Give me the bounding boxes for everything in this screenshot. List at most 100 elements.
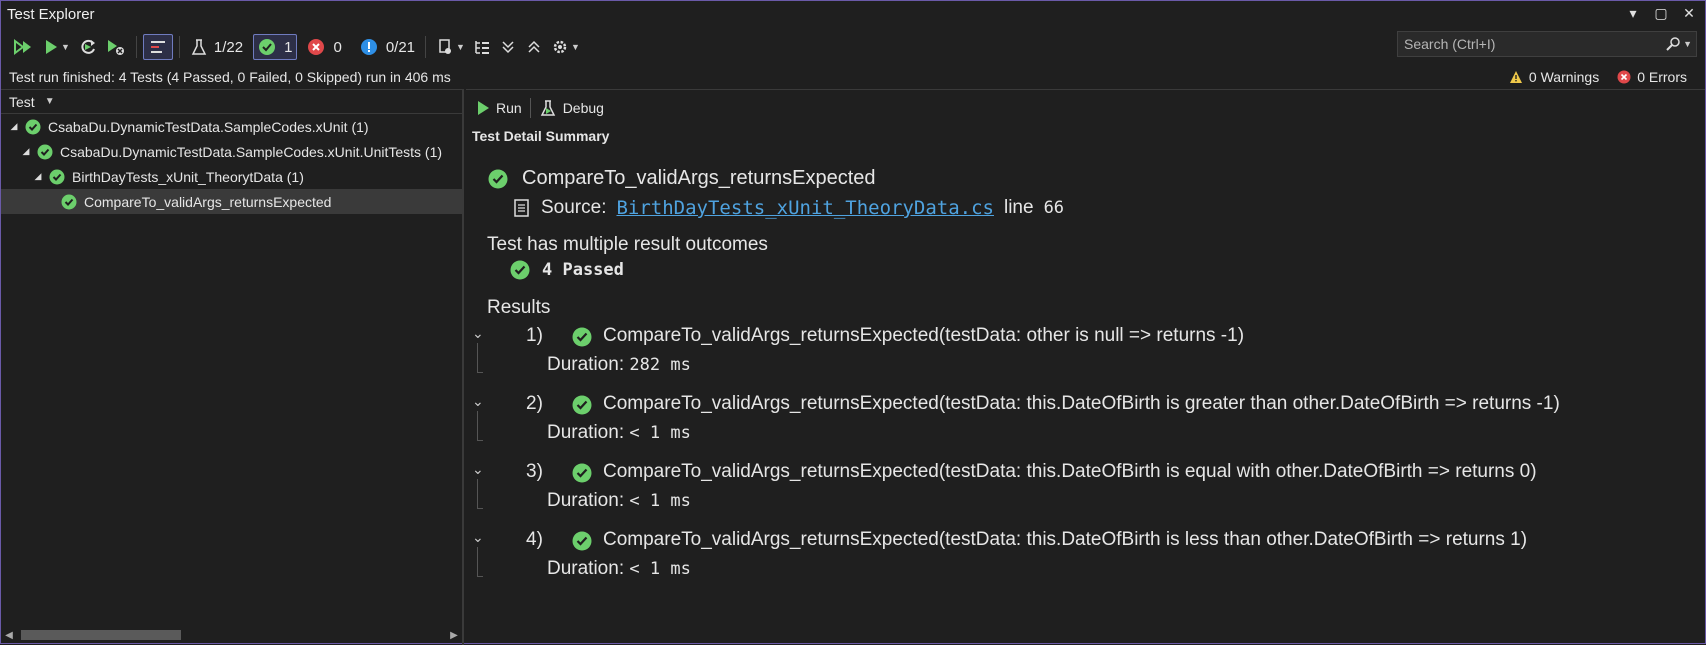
expanded-arrow-icon[interactable]: ◢ — [21, 146, 31, 157]
run-all-tests-button[interactable] — [9, 34, 39, 60]
tree-row-label: CsabaDu.DynamicTestData.SampleCodes.xUni… — [60, 143, 443, 160]
warning-icon — [1509, 71, 1522, 83]
run-button[interactable]: ▼ — [39, 34, 74, 60]
duration-label: Duration: — [547, 354, 625, 375]
chevron-down-icon[interactable]: ▼ — [1683, 39, 1692, 49]
result-name: CompareTo_validArgs_returnsExpected(test… — [603, 529, 1528, 550]
result-name: CompareTo_validArgs_returnsExpected(test… — [603, 325, 1245, 346]
run-failed-icon — [107, 40, 124, 55]
toolbar-separator — [178, 36, 180, 58]
chevron-down-icon[interactable]: ▼ — [456, 42, 465, 52]
result-item: ⌄ 3) CompareTo_validArgs_returnsExpected… — [466, 461, 1696, 523]
detail-run-button[interactable]: Run — [476, 100, 522, 116]
tree-row-test-method[interactable]: CompareTo_validArgs_returnsExpected — [1, 189, 462, 214]
chevron-down-icon[interactable]: ▼ — [571, 42, 580, 52]
duration-value: < 1 ms — [629, 491, 691, 511]
window-title: Test Explorer — [7, 6, 95, 23]
expand-all-button[interactable] — [495, 34, 521, 60]
chevron-down-icon[interactable]: ▼ — [61, 42, 70, 52]
passed-icon — [488, 169, 508, 188]
duration-label: Duration: — [547, 490, 625, 511]
show-output-toggle[interactable] — [142, 34, 173, 60]
search-input[interactable]: Search (Ctrl+I) ▼ — [1397, 31, 1697, 57]
settings-button[interactable]: ▼ — [547, 34, 584, 60]
test-name-heading: CompareTo_validArgs_returnsExpected — [488, 167, 876, 190]
test-tree-pane: Test ▼ ◢ CsabaDu.DynamicTestData.SampleC… — [1, 89, 464, 645]
passed-icon — [259, 39, 276, 55]
group-by-button[interactable] — [469, 34, 495, 60]
detail-summary-title: Test Detail Summary — [472, 128, 610, 144]
passed-filter-button[interactable]: 1 — [253, 34, 298, 60]
window-controls: ▾ ▢ ✕ — [1625, 5, 1697, 22]
tree-row-label: CsabaDu.DynamicTestData.SampleCodes.xUni… — [48, 118, 369, 135]
passed-summary: 4 Passed — [510, 260, 624, 280]
tree-row-label: CompareTo_validArgs_returnsExpected — [84, 193, 332, 210]
failed-filter-button[interactable]: 0 — [303, 34, 345, 60]
results-heading: Results — [487, 297, 551, 318]
debug-flask-icon — [540, 100, 555, 116]
chevron-down-icon[interactable]: ⌄ — [472, 325, 484, 342]
run-failed-tests-button[interactable] — [102, 34, 130, 60]
duration-label: Duration: — [547, 422, 625, 443]
status-bar: Test run finished: 4 Tests (4 Passed, 0 … — [1, 65, 1705, 89]
search-placeholder: Search (Ctrl+I) — [1404, 36, 1496, 52]
tree-guide-line — [477, 479, 483, 509]
not-run-filter-button[interactable]: 0/21 — [356, 34, 419, 60]
maximize-icon[interactable]: ▢ — [1653, 5, 1669, 22]
detail-toolbar: Run Debug — [466, 90, 1705, 126]
passed-icon — [25, 119, 41, 134]
expanded-arrow-icon[interactable]: ◢ — [33, 171, 43, 182]
scroll-left-icon[interactable]: ◀ — [1, 630, 17, 641]
toolbar-separator — [529, 98, 531, 118]
chevron-down-icon[interactable]: ▼ — [45, 96, 55, 107]
search-icon[interactable]: ▼ — [1665, 36, 1692, 52]
window-dropdown-icon[interactable]: ▾ — [1625, 5, 1641, 22]
tree-guide-line — [477, 547, 483, 577]
duration-value: 282 ms — [629, 355, 691, 375]
passed-icon — [572, 531, 592, 551]
warnings-count: 0 Warnings — [1528, 69, 1600, 85]
tests-filter-button[interactable]: 1/22 — [186, 34, 247, 60]
passed-count: 1 — [284, 38, 293, 56]
document-icon — [514, 199, 529, 217]
tree-horizontal-scrollbar[interactable]: ◀ ▶ — [1, 625, 462, 645]
repeat-icon — [81, 39, 95, 54]
warnings-indicator[interactable]: 0 Warnings — [1509, 69, 1599, 85]
result-duration: Duration: < 1 ms — [547, 422, 691, 444]
tree-column-header[interactable]: Test ▼ — [1, 90, 462, 114]
tree-row-class[interactable]: ◢ BirthDayTests_xUnit_TheorytData (1) — [1, 164, 462, 189]
tree-row-namespace[interactable]: ◢ CsabaDu.DynamicTestData.SampleCodes.xU… — [1, 139, 462, 164]
result-name: CompareTo_validArgs_returnsExpected(test… — [603, 461, 1537, 482]
tree-header-label: Test — [9, 93, 35, 110]
chevron-down-icon[interactable]: ⌄ — [472, 461, 484, 478]
scroll-right-icon[interactable]: ▶ — [446, 630, 462, 641]
collapse-all-button[interactable] — [521, 34, 547, 60]
toolbar-separator — [135, 36, 137, 58]
errors-count: 0 Errors — [1637, 69, 1687, 85]
line-label: line — [1003, 197, 1034, 218]
run-all-icon — [14, 39, 31, 55]
expanded-arrow-icon[interactable]: ◢ — [9, 121, 19, 132]
scrollbar-thumb[interactable] — [21, 630, 181, 640]
source-file-link[interactable]: BirthDayTests_xUnit_TheoryData.cs — [616, 197, 994, 219]
result-number: 1) — [526, 325, 543, 346]
play-icon — [478, 101, 489, 115]
detail-debug-button[interactable]: Debug — [539, 99, 604, 117]
tree-row-project[interactable]: ◢ CsabaDu.DynamicTestData.SampleCodes.xU… — [1, 114, 462, 139]
errors-indicator[interactable]: 0 Errors — [1617, 69, 1687, 85]
debug-label: Debug — [562, 100, 604, 116]
chevron-down-icon[interactable]: ⌄ — [472, 529, 484, 546]
repeat-last-run-button[interactable] — [74, 34, 102, 60]
playlist-button[interactable]: ▼ — [432, 34, 469, 60]
result-item: ⌄ 1) CompareTo_validArgs_returnsExpected… — [466, 325, 1696, 387]
gear-icon — [553, 40, 567, 54]
chevron-down-icon[interactable]: ⌄ — [472, 393, 484, 410]
close-icon[interactable]: ✕ — [1681, 5, 1697, 22]
multiple-outcomes-text: Test has multiple result outcomes — [487, 234, 768, 255]
result-duration: Duration: < 1 ms — [547, 558, 691, 580]
tree-guide-line — [477, 343, 483, 373]
list-filter-icon — [150, 41, 165, 53]
passed-icon — [61, 194, 77, 209]
title-bar: Test Explorer ▾ ▢ ✕ — [1, 1, 1705, 29]
result-item: ⌄ 2) CompareTo_validArgs_returnsExpected… — [466, 393, 1696, 455]
